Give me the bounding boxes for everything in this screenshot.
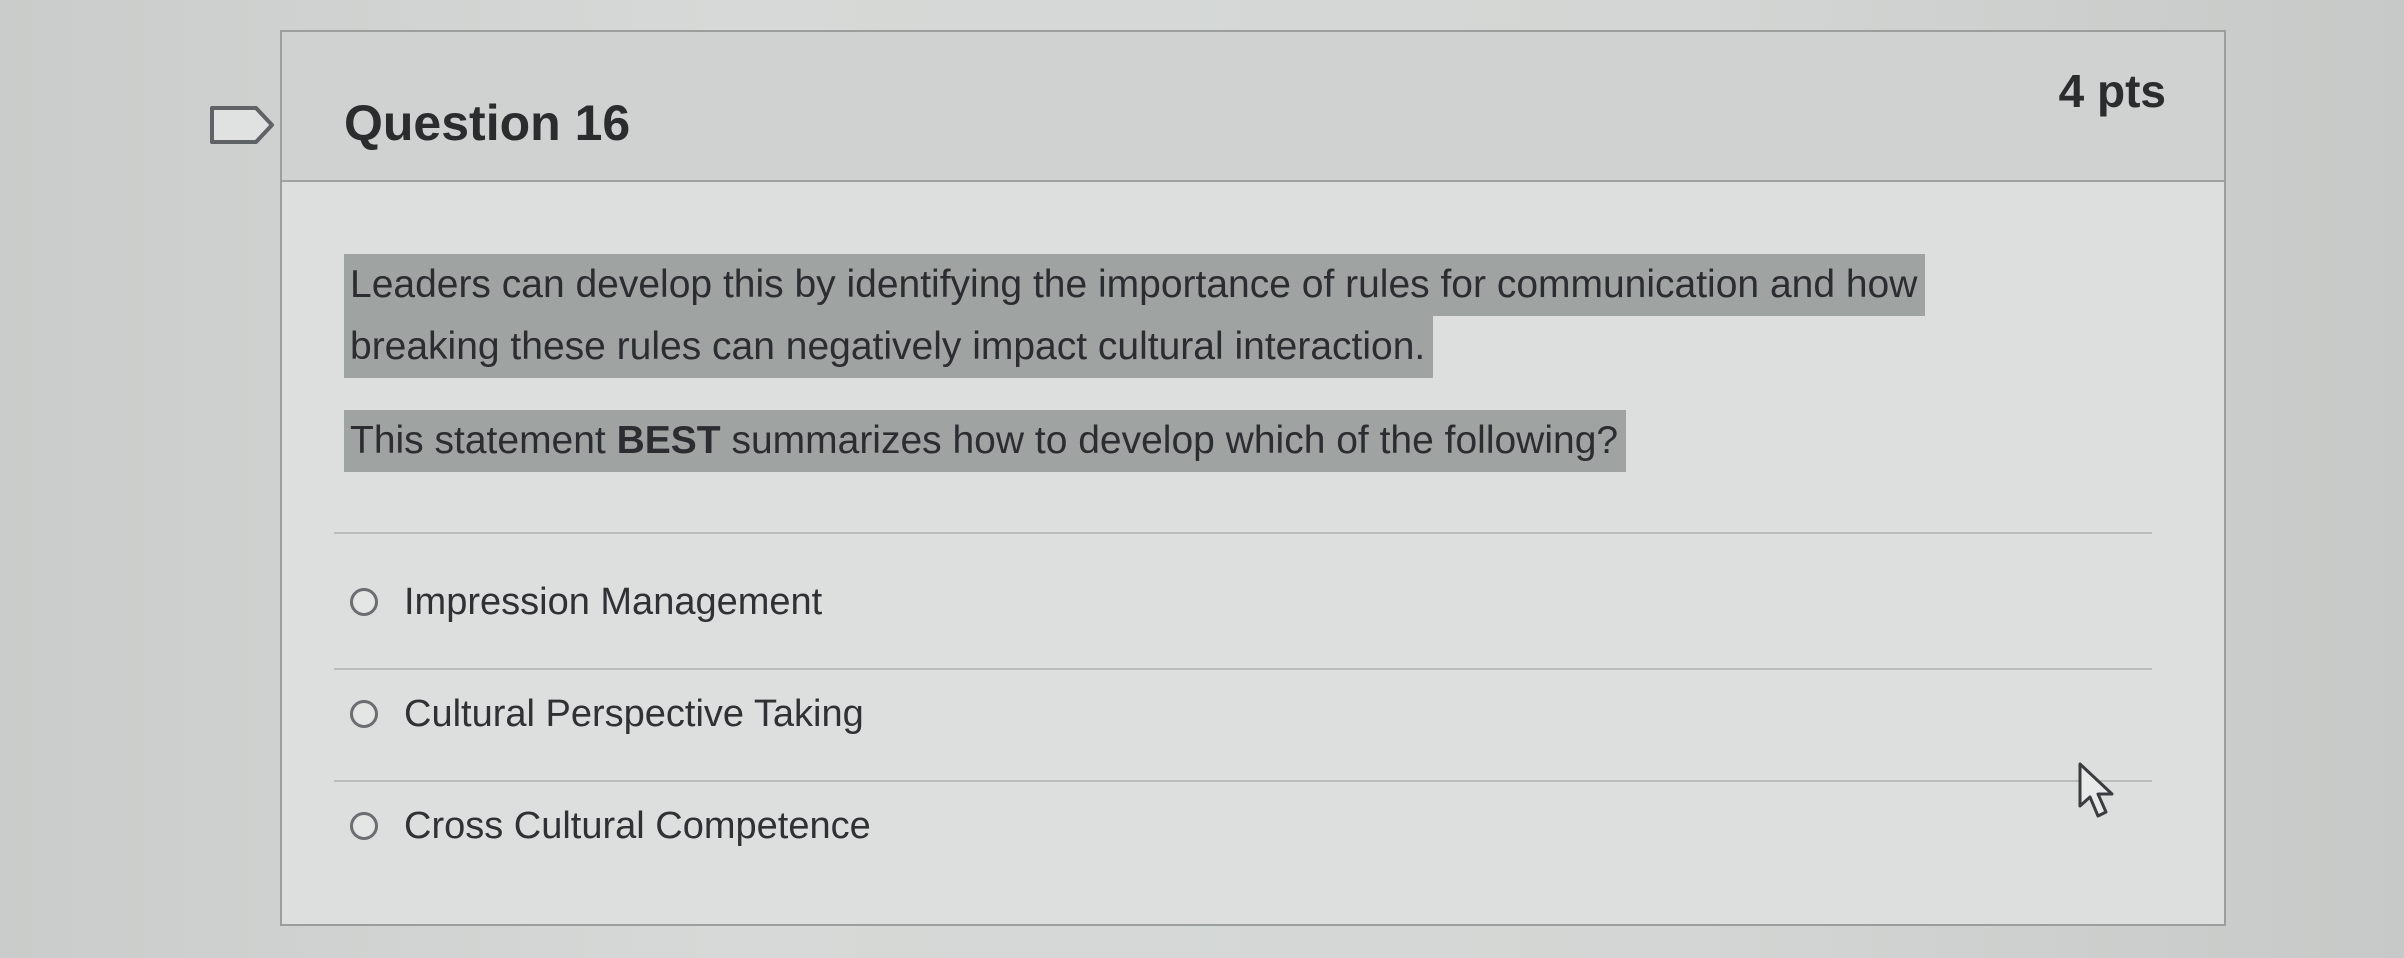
prompt-line: This statement BEST summarizes how to de…	[344, 410, 1627, 472]
answer-divider	[334, 668, 2152, 670]
mouse-pointer-icon	[2078, 762, 2114, 818]
radio-button-icon[interactable]	[350, 812, 378, 840]
answers-divider-top	[334, 532, 2152, 534]
statement-line-2: breaking these rules can negatively impa…	[344, 316, 1434, 378]
question-card: Question 16 4 pts Leaders can develop th…	[280, 30, 2226, 926]
question-title: Question 16	[344, 95, 631, 151]
radio-button-icon[interactable]	[350, 700, 378, 728]
prompt-after: summarizes how to develop which of the f…	[720, 419, 1619, 462]
question-header: Question 16 4 pts	[282, 32, 2224, 182]
answer-label: Impression Management	[404, 580, 823, 623]
question-points: 4 pts	[2058, 65, 2166, 117]
answer-option-1[interactable]: Impression Management	[350, 572, 822, 632]
radio-button-icon[interactable]	[350, 588, 378, 616]
answer-divider	[334, 780, 2152, 782]
statement-line-1: Leaders can develop this by identifying …	[344, 254, 1926, 316]
flag-question-icon[interactable]	[208, 104, 278, 146]
answer-option-3[interactable]: Cross Cultural Competence	[350, 796, 871, 856]
prompt-before: This statement	[350, 419, 617, 462]
answer-label: Cultural Perspective Taking	[404, 692, 864, 735]
answer-label: Cross Cultural Competence	[404, 804, 871, 847]
answer-option-2[interactable]: Cultural Perspective Taking	[350, 684, 864, 744]
question-statement: Leaders can develop this by identifying …	[344, 254, 2144, 378]
question-prompt: This statement BEST summarizes how to de…	[344, 410, 2144, 472]
prompt-emphasis: BEST	[616, 419, 721, 462]
question-text: Leaders can develop this by identifying …	[344, 254, 2144, 472]
